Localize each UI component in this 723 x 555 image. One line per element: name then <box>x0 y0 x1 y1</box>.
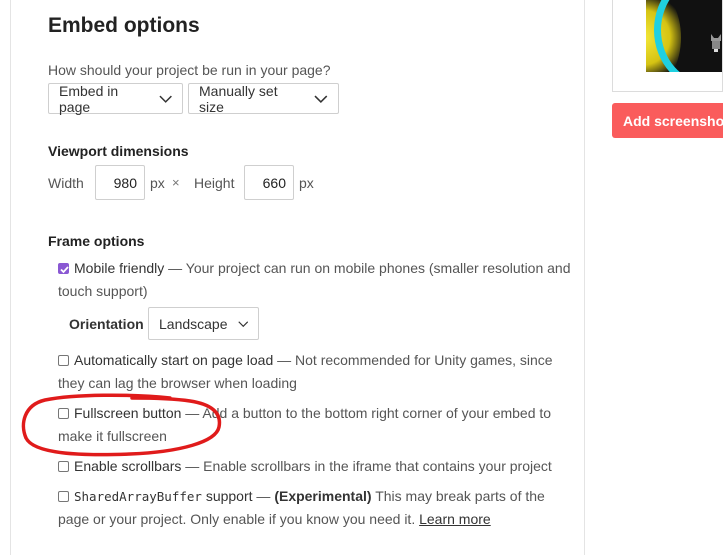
viewport-dimensions-heading: Viewport dimensions <box>48 143 189 159</box>
left-border <box>10 0 11 555</box>
height-label: Height <box>194 175 235 191</box>
character-icon <box>711 34 721 52</box>
size-mode-value: Manually set size <box>199 82 278 115</box>
shared-array-buffer-dash: — <box>252 488 275 504</box>
autostart-title: Automatically start on page load <box>74 352 274 368</box>
fullscreen-option: Fullscreen button — Add a button to the … <box>58 402 578 448</box>
check-icon <box>60 266 69 274</box>
panel-divider <box>584 0 585 555</box>
experimental-label: (Experimental) <box>274 488 372 504</box>
frame-options-heading: Frame options <box>48 233 145 249</box>
scrollbars-option: Enable scrollbars — Enable scrollbars in… <box>58 455 578 478</box>
chevron-down-icon <box>237 320 248 327</box>
chevron-down-icon <box>159 95 172 103</box>
run-mode-question: How should your project be run in your p… <box>48 62 331 78</box>
times-symbol: × <box>172 175 180 190</box>
scrollbars-title: Enable scrollbars <box>74 458 182 474</box>
scrollbars-checkbox[interactable] <box>58 461 69 472</box>
mobile-friendly-title: Mobile friendly <box>74 260 165 276</box>
width-input[interactable]: 980 <box>95 165 145 200</box>
orientation-value: Landscape <box>159 315 228 332</box>
scrollbars-desc: — Enable scrollbars in the iframe that c… <box>181 458 552 474</box>
width-unit: px <box>150 175 165 191</box>
thumbnail-image <box>646 0 722 72</box>
run-mode-value: Embed in page <box>59 82 119 115</box>
add-screenshots-button[interactable]: Add screenshots <box>612 103 723 138</box>
embed-options-heading: Embed options <box>48 14 200 37</box>
game-thumbnail[interactable] <box>612 0 723 92</box>
shared-array-buffer-checkbox[interactable] <box>58 491 69 502</box>
mobile-friendly-checkbox[interactable] <box>58 263 69 274</box>
mobile-friendly-option: Mobile friendly — Your project can run o… <box>58 257 578 303</box>
autostart-checkbox[interactable] <box>58 355 69 366</box>
orientation-dropdown[interactable]: Landscape <box>148 307 259 340</box>
fullscreen-checkbox[interactable] <box>58 408 69 419</box>
shared-array-buffer-suffix: support <box>201 488 253 504</box>
chevron-down-icon <box>314 95 328 103</box>
height-input[interactable]: 660 <box>244 165 294 200</box>
shared-array-buffer-code: SharedArrayBuffer <box>74 489 202 504</box>
learn-more-link[interactable]: Learn more <box>419 511 491 527</box>
height-unit: px <box>299 175 314 191</box>
autostart-option: Automatically start on page load — Not r… <box>58 349 578 395</box>
shared-array-buffer-option: SharedArrayBuffer support — (Experimenta… <box>58 485 578 531</box>
size-mode-dropdown[interactable]: Manually set size <box>188 82 339 115</box>
run-mode-dropdown[interactable]: Embed in page <box>48 82 183 115</box>
fullscreen-title: Fullscreen button <box>74 405 182 421</box>
orientation-label: Orientation <box>69 316 144 332</box>
width-label: Width <box>48 175 84 191</box>
